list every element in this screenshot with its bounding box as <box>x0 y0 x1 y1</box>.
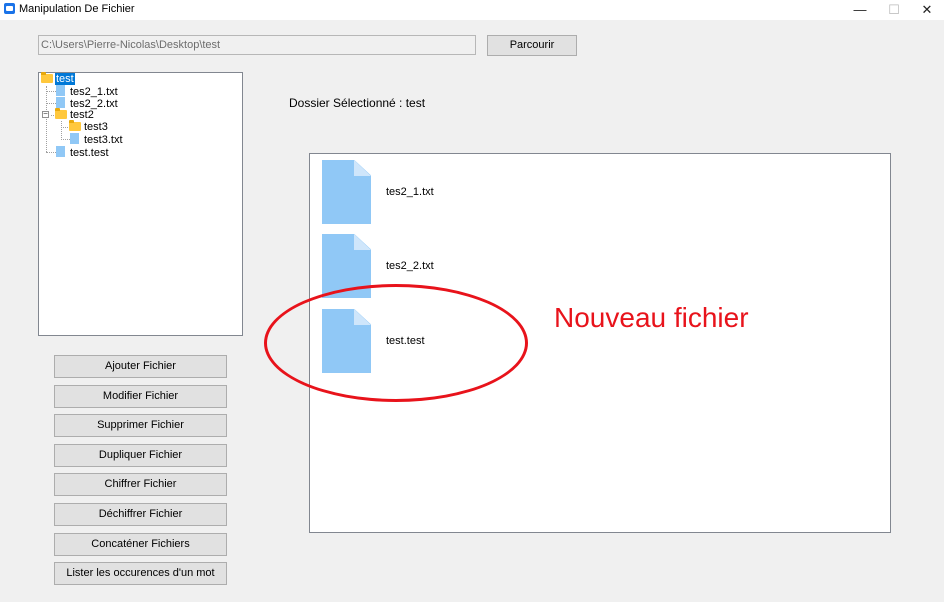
file-icon <box>56 97 65 108</box>
file-icon <box>56 146 65 157</box>
annotation-ellipse <box>264 284 528 402</box>
folder-tree[interactable]: − test tes2_1.txt tes2_2.txt test2 test3… <box>38 72 243 336</box>
app-window-icon <box>4 3 15 14</box>
folder-icon <box>69 120 81 131</box>
decrypt-file-button[interactable]: Déchiffrer Fichier <box>54 503 227 526</box>
tree-item[interactable]: test3.txt <box>70 133 124 146</box>
duplicate-file-button[interactable]: Dupliquer Fichier <box>54 444 227 467</box>
folder-path-input[interactable]: C:\Users\Pierre-Nicolas\Desktop\test <box>38 35 476 55</box>
window-title: Manipulation De Fichier <box>19 3 135 15</box>
browse-button[interactable]: Parcourir <box>487 35 577 56</box>
file-icon <box>56 85 65 96</box>
tree-item[interactable]: test3 <box>69 120 109 133</box>
tree-item[interactable]: test2 <box>55 108 95 121</box>
tree-connector <box>61 121 62 140</box>
tree-item[interactable]: test.test <box>56 146 110 159</box>
minimize-button[interactable]: — <box>843 0 877 20</box>
selected-folder-label: Dossier Sélectionné : test <box>289 96 426 110</box>
tree-item-test[interactable]: test <box>41 72 75 85</box>
tree-connector <box>46 152 56 153</box>
modify-file-button[interactable]: Modifier Fichier <box>54 385 227 408</box>
file-item[interactable]: tes2_1.txt <box>322 160 622 224</box>
list-word-occurrences-button[interactable]: Lister les occurences d'un mot <box>54 562 227 585</box>
concatenate-files-button[interactable]: Concaténer Fichiers <box>54 533 227 556</box>
close-button[interactable]: ✕ <box>910 0 944 20</box>
tree-connector <box>46 86 47 152</box>
file-icon <box>322 160 371 224</box>
file-name: tes2_2.txt <box>386 260 434 272</box>
add-file-button[interactable]: Ajouter Fichier <box>54 355 227 378</box>
tree-connector <box>46 103 56 104</box>
folder-icon <box>41 72 53 83</box>
tree-item[interactable]: tes2_1.txt <box>56 85 119 98</box>
tree-connector <box>46 91 56 92</box>
tree-connector <box>61 139 70 140</box>
collapse-toggle[interactable]: − <box>42 110 49 118</box>
folder-icon <box>55 108 67 119</box>
file-name: tes2_1.txt <box>386 186 434 198</box>
encrypt-file-button[interactable]: Chiffrer Fichier <box>54 473 227 496</box>
title-bar: Manipulation De Fichier — ☐ ✕ <box>0 0 944 20</box>
file-icon <box>70 133 79 144</box>
tree-item[interactable]: tes2_2.txt <box>56 97 119 110</box>
maximize-button[interactable]: ☐ <box>877 0 911 20</box>
delete-file-button[interactable]: Supprimer Fichier <box>54 414 227 437</box>
annotation-label: Nouveau fichier <box>554 302 749 333</box>
